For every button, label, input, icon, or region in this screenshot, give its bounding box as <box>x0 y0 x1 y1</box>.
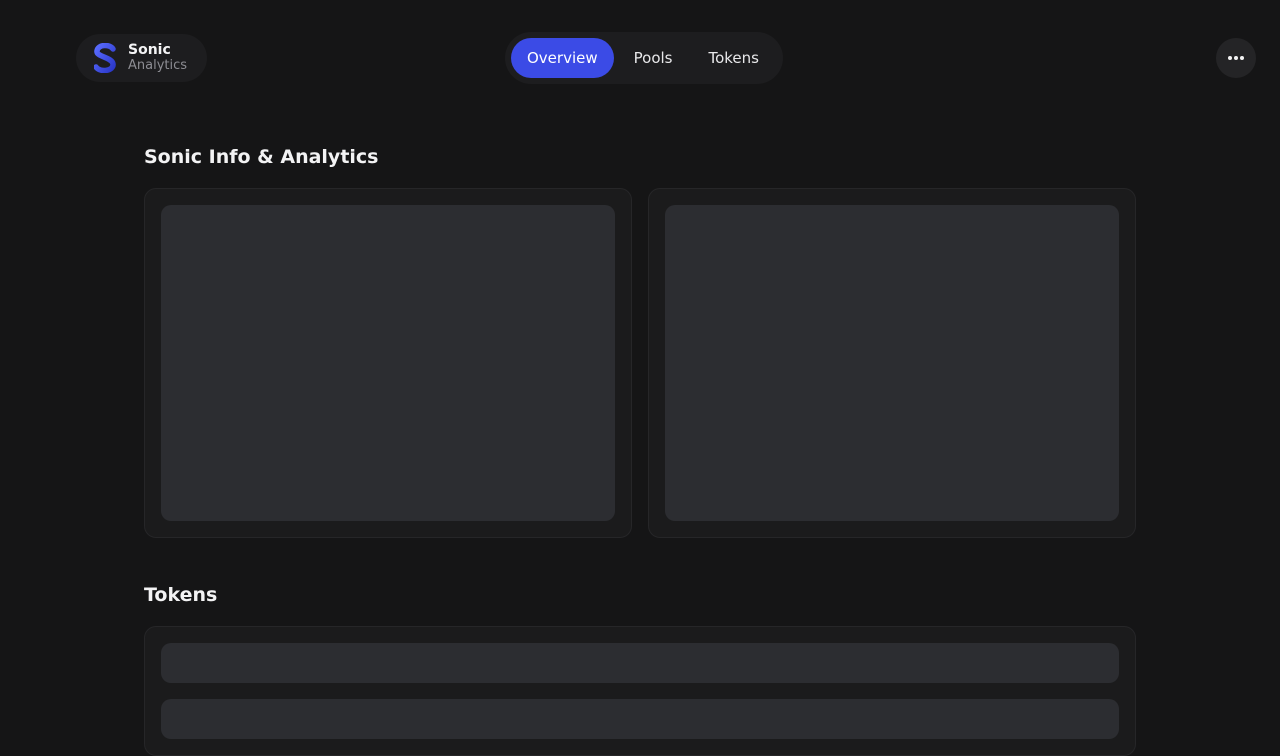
volume-chart-card <box>648 188 1136 538</box>
top-header: Sonic Analytics Overview Pools Tokens <box>0 0 1280 116</box>
brand-text: Sonic Analytics <box>128 42 188 74</box>
tab-overview[interactable]: Overview <box>511 38 614 78</box>
brand-subtitle: Analytics <box>128 58 188 73</box>
chart-loading-skeleton <box>665 205 1119 521</box>
info-section-title: Sonic Info & Analytics <box>144 146 379 168</box>
brand-name: Sonic <box>128 42 171 58</box>
tab-pools[interactable]: Pools <box>618 38 689 78</box>
tvl-chart-card <box>144 188 632 538</box>
more-horizontal-icon <box>1228 56 1244 60</box>
tokens-section-title: Tokens <box>144 584 218 606</box>
main-nav: Overview Pools Tokens <box>505 32 783 84</box>
chart-loading-skeleton <box>161 205 615 521</box>
tab-tokens[interactable]: Tokens <box>692 38 775 78</box>
sonic-s-logo-icon <box>94 43 116 73</box>
table-row-skeleton <box>161 643 1119 683</box>
brand-home-link[interactable]: Sonic Analytics <box>76 34 207 82</box>
table-row-skeleton <box>161 699 1119 739</box>
tokens-table-card <box>144 626 1136 756</box>
more-options-button[interactable] <box>1216 38 1256 78</box>
